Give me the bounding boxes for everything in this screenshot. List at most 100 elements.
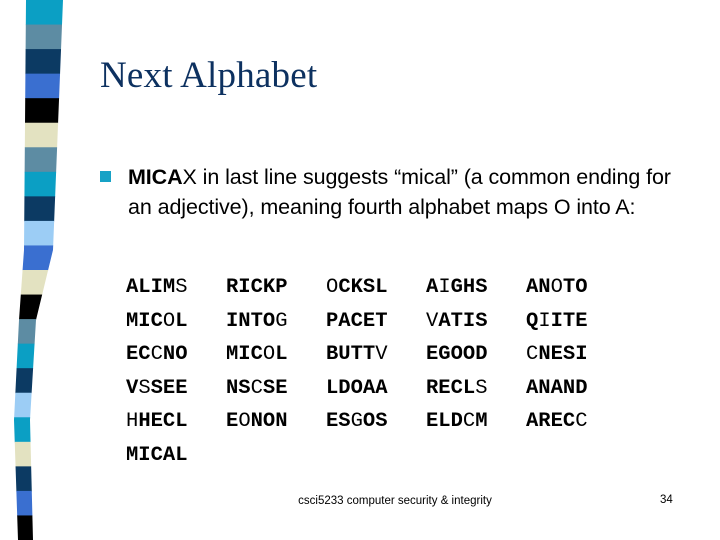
stripe-band: [14, 294, 63, 320]
cipher-group: NSCSE: [226, 372, 326, 406]
cipher-group: EGOOD: [426, 338, 526, 372]
cipher-bold-text: ITE: [550, 309, 588, 333]
cipher-plain-text: S: [475, 376, 488, 400]
cipher-plain-text: O: [162, 309, 176, 333]
cipher-bold-text: ANAND: [526, 376, 588, 400]
cipher-group: OCKSL: [326, 271, 426, 305]
cipher-bold-text: AN: [526, 276, 551, 299]
cipher-group: ANOTO: [526, 271, 626, 305]
cipher-bold-text: ELD: [426, 410, 463, 433]
cipher-plain-text: S: [175, 276, 188, 299]
cipher-bold-text: ES: [326, 410, 351, 433]
cipher-bold-text: SEE: [150, 376, 188, 400]
stripe-band: [14, 441, 63, 467]
cipher-bold-text: HECL: [138, 410, 188, 433]
cipher-group: QIITE: [526, 305, 626, 339]
stripe-band: [14, 490, 63, 517]
cipher-bold-text: L: [175, 309, 188, 333]
cipher-group: VSSEE: [126, 372, 226, 406]
cipher-row: ALIMS RICKP OCKSL AIGHS ANOTO: [126, 271, 626, 305]
cipher-row: MICOL INTOG PACET VATIS QIITE: [126, 305, 626, 339]
cipher-bold-text: RECL: [426, 376, 476, 400]
bullet-text: MICAX in last line suggests “mical” (a c…: [128, 162, 680, 222]
bullet-square-icon: [100, 171, 111, 182]
stripe-band: [14, 343, 63, 369]
stripe-band: [14, 0, 63, 26]
cipher-group: INTOG: [226, 305, 326, 339]
cipher-group: MICOL: [126, 305, 226, 339]
cipher-plain-text: V: [426, 309, 439, 333]
cipher-group: MICOL: [226, 338, 326, 372]
page-title: Next Alphabet: [100, 55, 318, 96]
stripe-band: [14, 24, 63, 50]
stripe-band: [14, 98, 63, 124]
cipher-group: ESGOS: [326, 405, 426, 439]
cipher-plain-text: G: [350, 410, 363, 433]
stripe-band: [14, 73, 63, 99]
cipher-bold-text: ATIS: [438, 309, 488, 333]
stripe-band: [14, 171, 63, 197]
cipher-group: PACET: [326, 305, 426, 339]
stripe-band: [14, 196, 63, 222]
cipher-bold-text: RICKP: [226, 276, 288, 299]
cipher-row: MICAL: [126, 439, 626, 473]
cipher-bold-text: EGOOD: [426, 343, 488, 366]
cipher-bold-text: M: [475, 410, 488, 433]
cipher-group: VATIS: [426, 305, 526, 339]
footer-text: csci5233 computer security & integrity: [298, 495, 492, 507]
stripe-band: [14, 368, 63, 394]
stripe-band: [14, 220, 63, 247]
cipher-plain-text: C: [575, 410, 588, 433]
cipher-group: ARECC: [526, 405, 626, 439]
bullet-bold-lead: MICA: [128, 165, 183, 189]
cipher-plain-text: C: [250, 376, 263, 400]
cipher-bold-text: TO: [562, 276, 588, 299]
cipher-group: ELDCM: [426, 405, 526, 439]
cipher-group: RICKP: [226, 271, 326, 305]
cipher-plain-text: G: [275, 309, 288, 333]
cipher-bold-text: MICAL: [126, 443, 188, 467]
cipher-group: LDOAA: [326, 372, 426, 406]
cipher-group: AIGHS: [426, 271, 526, 305]
cipher-bold-text: CKSL: [338, 276, 388, 299]
bullet-body-text: X in last line suggests “mical” (a commo…: [128, 165, 671, 219]
slide-canvas: Next Alphabet MICAX in last line suggest…: [0, 0, 720, 540]
cipher-bold-text: MIC: [126, 309, 163, 333]
cipher-plain-text: I: [538, 309, 551, 333]
cipher-row: HHECL EONON ESGOS ELDCM ARECC: [126, 405, 626, 439]
cipher-bold-text: NS: [226, 376, 251, 400]
cipher-bold-text: OS: [362, 410, 388, 433]
cipher-plain-text: C: [150, 343, 163, 366]
cipher-bold-text: NO: [162, 343, 188, 366]
cipher-bold-text: PACET: [326, 309, 388, 333]
stripe-band: [14, 245, 63, 271]
cipher-bold-text: AREC: [526, 410, 576, 433]
cipher-group: MICAL: [126, 439, 226, 473]
cipher-group: CNESI: [526, 338, 626, 372]
cipher-bold-text: A: [426, 276, 439, 299]
cipher-group: EONON: [226, 405, 326, 439]
cipher-bold-text: ALIM: [126, 276, 176, 299]
cipher-plain-text: O: [550, 276, 563, 299]
cipher-bold-text: BUTT: [326, 343, 376, 366]
stripe-band: [14, 515, 63, 540]
cipher-plain-text: O: [238, 410, 251, 433]
stripe-band: [14, 49, 63, 75]
cipher-plain-text: C: [462, 410, 476, 433]
cipher-group: ANAND: [526, 372, 626, 406]
cipher-plain-text: O: [326, 276, 339, 299]
cipher-bold-text: Q: [526, 309, 539, 333]
cipher-group: RECLS: [426, 372, 526, 406]
stripe-band: [14, 270, 63, 296]
stripe-band: [14, 466, 63, 492]
stripe-band: [14, 122, 63, 148]
cipher-group: ECCNO: [126, 338, 226, 372]
cipher-group: ALIMS: [126, 271, 226, 305]
cipher-bold-text: NESI: [538, 343, 588, 366]
cipher-plain-text: O: [262, 343, 276, 366]
cipher-bold-text: MIC: [226, 343, 263, 366]
stripe-band: [14, 319, 63, 345]
cipher-plain-text: S: [138, 376, 151, 400]
cipher-bold-text: NON: [250, 410, 288, 433]
decorative-stripe: [0, 0, 80, 540]
